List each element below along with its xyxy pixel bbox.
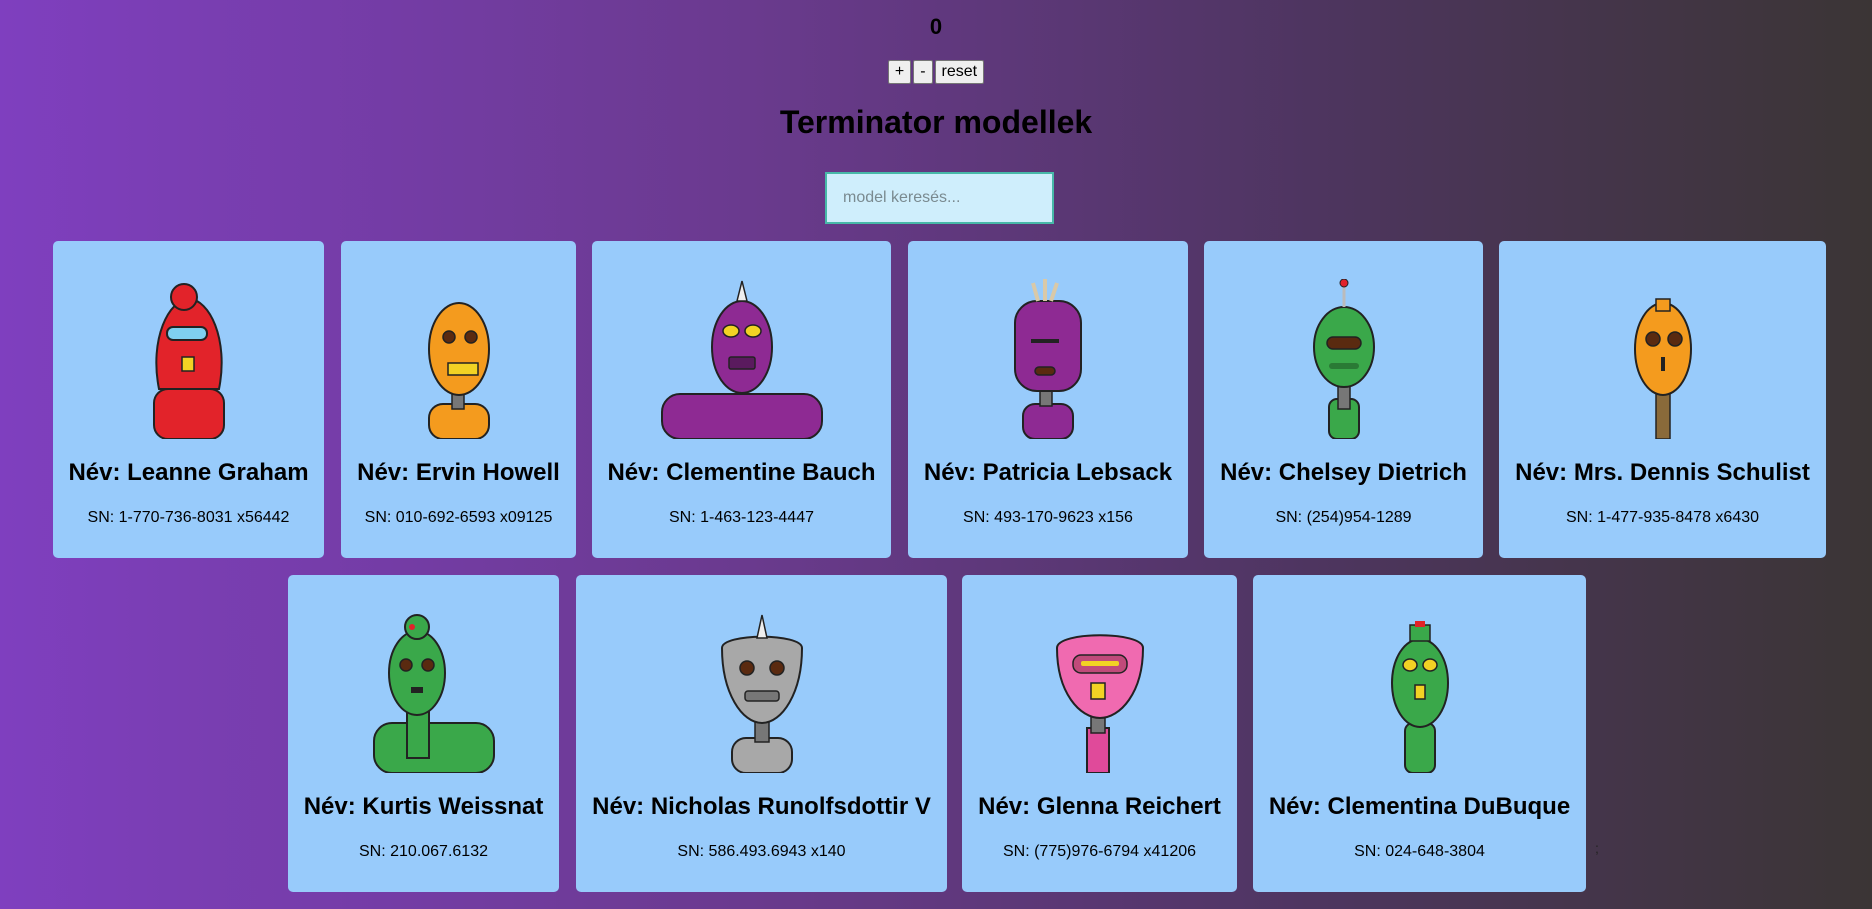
robot-avatar-icon (1390, 621, 1449, 773)
robot-card[interactable]: Név: Ervin Howell SN: 010-692-6593 x0912… (341, 241, 576, 558)
robot-serial: SN: 210.067.6132 (359, 843, 488, 860)
robot-card[interactable]: Név: Nicholas Runolfsdottir V SN: 586.49… (576, 575, 947, 892)
robot-card[interactable]: Név: Glenna Reichert SN: (775)976-6794 x… (962, 575, 1237, 892)
robot-name: Név: Nicholas Runolfsdottir V (592, 793, 931, 820)
robot-name: Név: Clementine Bauch (607, 459, 876, 486)
reset-button[interactable]: reset (934, 60, 985, 84)
robot-serial: SN: 1-477-935-8478 x6430 (1565, 509, 1760, 526)
robot-card[interactable]: Név: Chelsey Dietrich SN: (254)954-1289 (1204, 241, 1483, 558)
robot-card[interactable]: Név: Leanne Graham SN: 1-770-736-8031 x5… (53, 241, 324, 558)
robot-name: Név: Kurtis Weissnat (303, 793, 544, 820)
increment-button[interactable]: + (887, 60, 912, 84)
search-input[interactable] (825, 172, 1054, 224)
robot-avatar-icon (427, 302, 490, 439)
robot-avatar-icon (720, 614, 803, 773)
counter-value: 0 (929, 14, 943, 39)
robot-card[interactable]: Név: Kurtis Weissnat SN: 210.067.6132 (288, 575, 559, 892)
robot-name: Név: Glenna Reichert (978, 793, 1221, 820)
robot-card[interactable]: Név: Patricia Lebsack SN: 493-170-9623 x… (908, 241, 1188, 558)
robot-avatar-icon (152, 283, 225, 439)
stray-text: ; (1595, 840, 1599, 856)
robot-serial: SN: 1-770-736-8031 x56442 (87, 509, 290, 526)
robot-serial: SN: 493-170-9623 x156 (963, 509, 1133, 526)
counter-controls: + - reset (0, 60, 1872, 84)
robot-name: Név: Patricia Lebsack (923, 459, 1173, 486)
robot-card[interactable]: Név: Clementina DuBuque SN: 024-648-3804 (1253, 575, 1586, 892)
robot-name: Név: Chelsey Dietrich (1220, 459, 1467, 486)
decrement-button[interactable]: - (913, 60, 933, 84)
robot-avatar-icon (1312, 279, 1375, 439)
robot-serial: SN: (254)954-1289 (1275, 509, 1412, 526)
robot-avatar-icon (1055, 634, 1144, 773)
robot-name: Név: Clementina DuBuque (1268, 793, 1571, 820)
page-title: Terminator modellek (779, 104, 1093, 140)
robot-name: Név: Ervin Howell (357, 459, 560, 486)
robot-avatar-icon (1014, 279, 1082, 439)
robot-card[interactable]: Név: Mrs. Dennis Schulist SN: 1-477-935-… (1499, 241, 1826, 558)
robot-serial: SN: (775)976-6794 x41206 (1002, 843, 1197, 860)
robot-serial: SN: 024-648-3804 (1354, 843, 1485, 860)
robot-avatar-icon (372, 614, 495, 773)
robot-serial: SN: 586.493.6943 x140 (677, 843, 846, 860)
robot-avatar-icon (660, 280, 823, 439)
robot-avatar-icon (1633, 298, 1692, 439)
robot-name: Név: Leanne Graham (68, 459, 309, 486)
robot-card[interactable]: Név: Clementine Bauch SN: 1-463-123-4447 (592, 241, 891, 558)
robot-serial: SN: 1-463-123-4447 (669, 509, 814, 526)
robot-name: Név: Mrs. Dennis Schulist (1515, 459, 1810, 486)
robot-serial: SN: 010-692-6593 x09125 (364, 509, 553, 526)
